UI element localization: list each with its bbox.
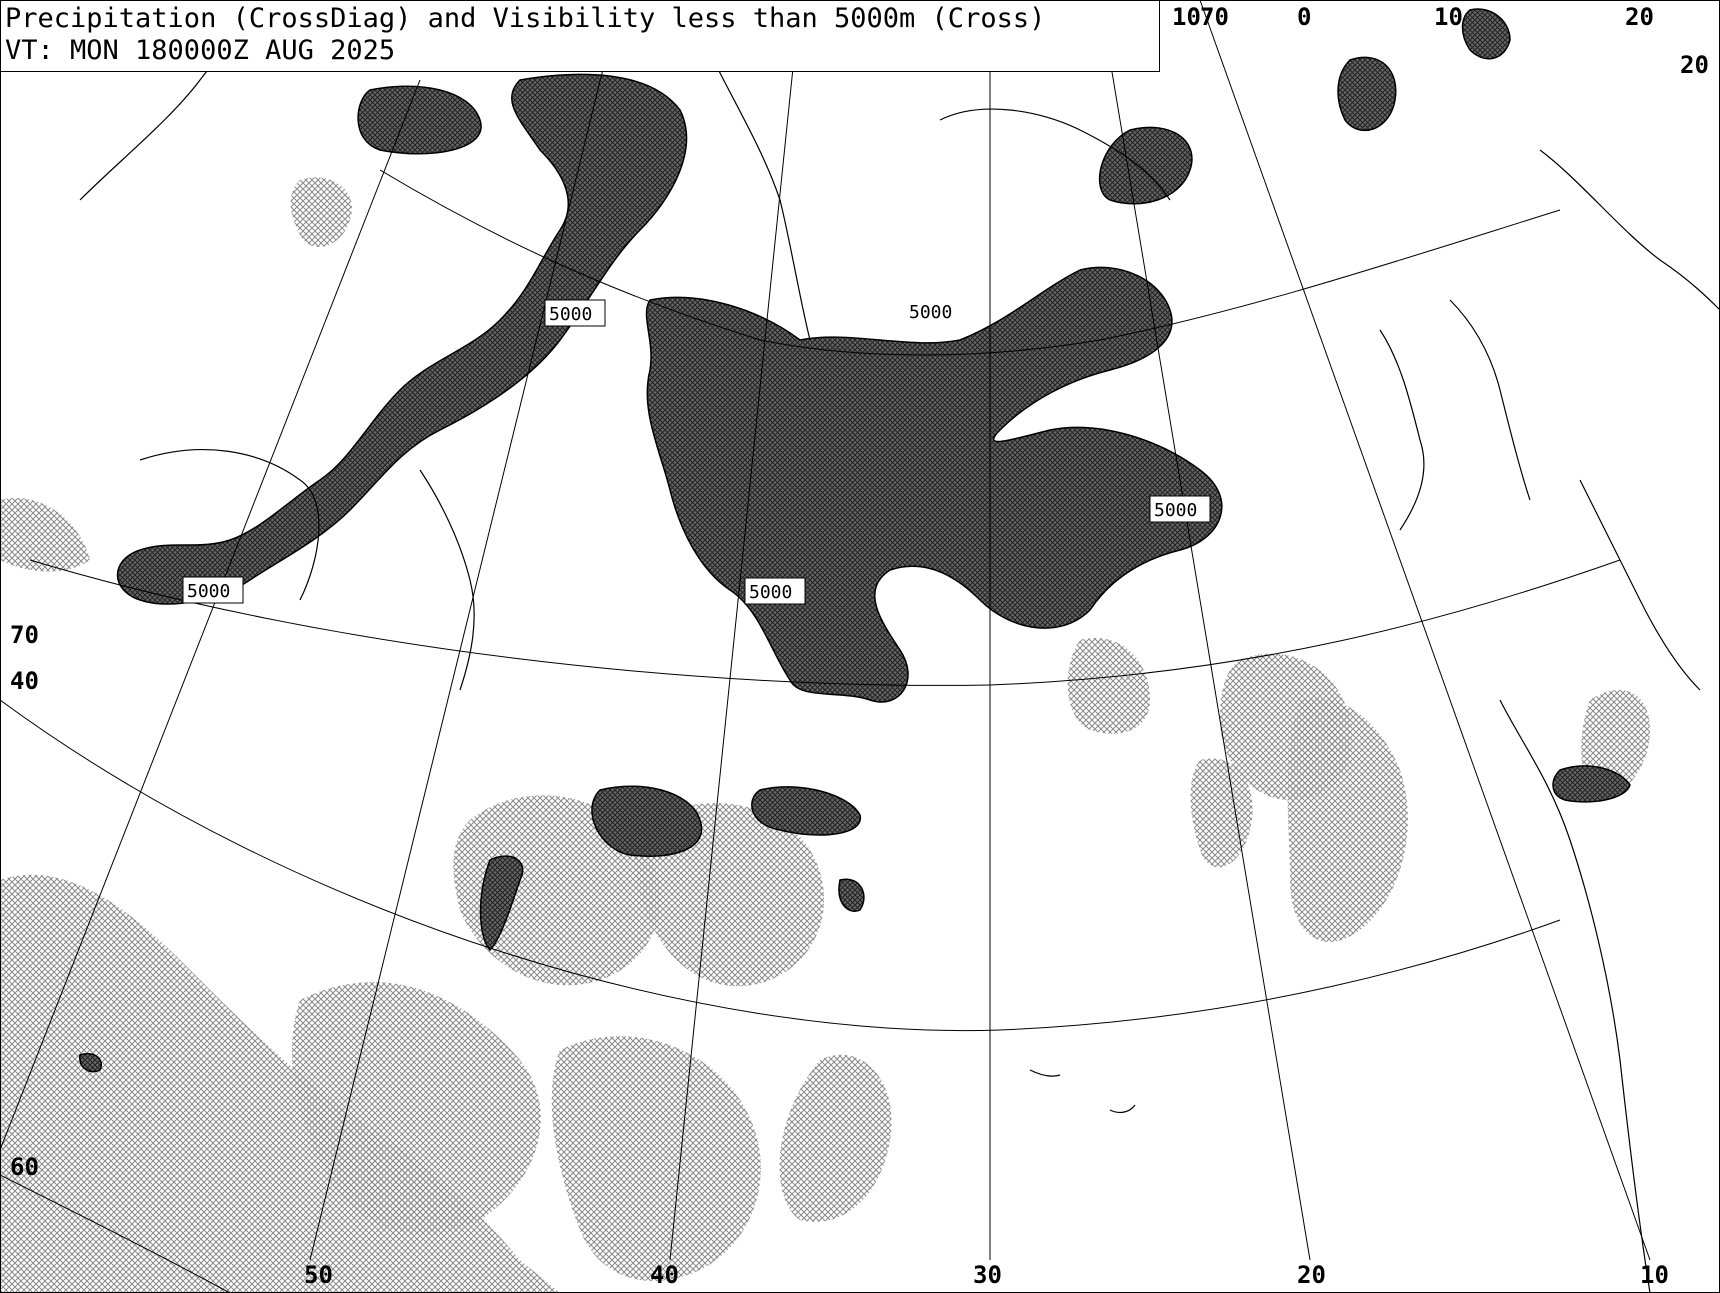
contour-label-4: 5000 (744, 577, 806, 605)
title-box: Precipitation (CrossDiag) and Visibility… (0, 0, 1160, 72)
lat-label-40: 40 (10, 667, 39, 695)
lat-label-60: 60 (10, 1153, 39, 1181)
svg-text:5000: 5000 (749, 582, 792, 603)
top-label-20e: 20 (1625, 3, 1654, 31)
contour-label-5: 5000 (182, 576, 244, 604)
lat-label-70-left: 70 (10, 621, 39, 649)
svg-text:5000: 5000 (909, 302, 952, 323)
contour-label-2: 5000 (905, 298, 965, 324)
svg-text:5000: 5000 (1154, 500, 1197, 521)
lon-label-50: 50 (304, 1261, 333, 1289)
contour-label-3: 5000 (1149, 495, 1211, 523)
top-label-10: 10 (1172, 3, 1201, 31)
lon-label-40: 40 (650, 1261, 679, 1289)
contour-label-1: 5000 (544, 299, 606, 327)
top-label-0: 0 (1297, 3, 1311, 31)
top-label-10e: 10 (1434, 3, 1463, 31)
lon-label-30: 30 (973, 1261, 1002, 1289)
svg-text:5000: 5000 (187, 581, 230, 602)
svg-text:5000: 5000 (549, 304, 592, 325)
lat-label-70-top: 70 (1200, 3, 1229, 31)
lon-label-10: 10 (1640, 1261, 1669, 1289)
lon-label-20: 20 (1297, 1261, 1326, 1289)
title-line-2: VT: MON 180000Z AUG 2025 (5, 35, 396, 66)
title-line-1: Precipitation (CrossDiag) and Visibility… (5, 3, 1046, 34)
top-label-20e-b: 20 (1680, 51, 1709, 79)
weather-map: 5000 5000 5000 5000 5000 50 40 30 20 10 … (0, 0, 1720, 1293)
